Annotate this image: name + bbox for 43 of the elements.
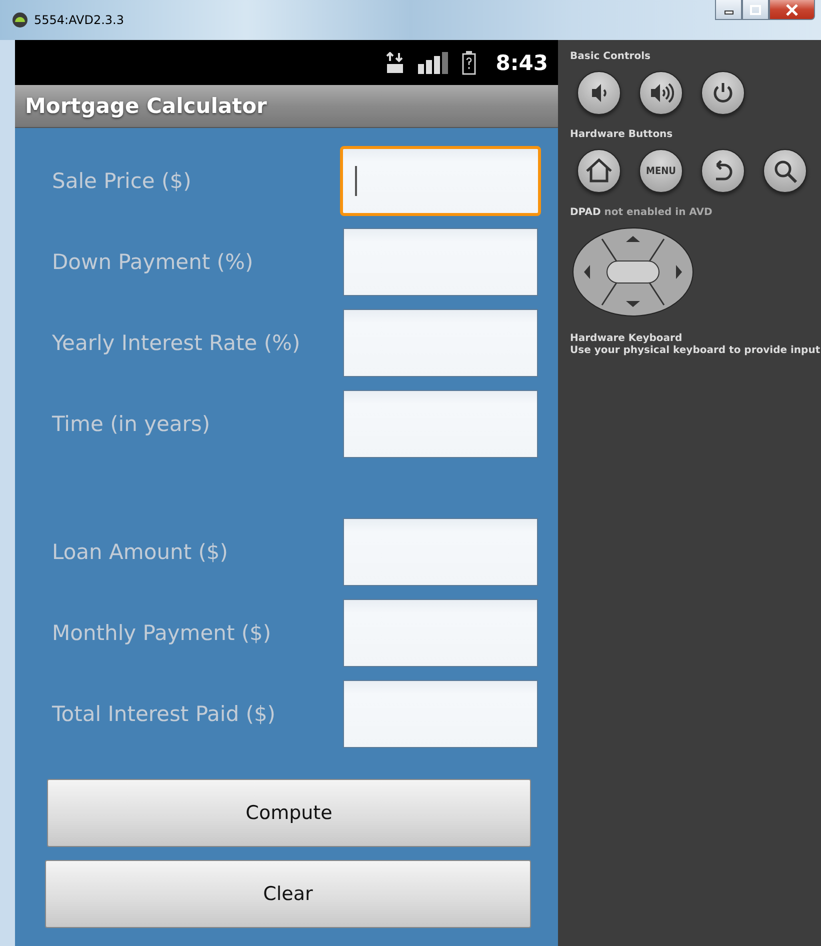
field-label: Monthly Payment ($) bbox=[51, 621, 272, 645]
search-button[interactable] bbox=[763, 149, 807, 193]
field-label: Yearly Interest Rate (%) bbox=[51, 331, 302, 355]
input-field[interactable] bbox=[343, 518, 538, 586]
power-button[interactable] bbox=[701, 71, 745, 115]
signal-icon bbox=[418, 52, 448, 74]
keyboard-hint: Use your physical keyboard to provide input bbox=[570, 345, 821, 357]
menu-button[interactable]: MENU bbox=[639, 149, 683, 193]
clear-button[interactable]: Clear bbox=[45, 860, 531, 928]
section-heading: Basic Controls bbox=[570, 51, 652, 64]
text-cursor bbox=[355, 166, 357, 196]
maximize-icon bbox=[750, 4, 761, 14]
volume-down-button[interactable] bbox=[577, 71, 621, 115]
status-time: 8:43 bbox=[496, 50, 548, 74]
input-field[interactable] bbox=[340, 146, 541, 216]
close-icon bbox=[785, 4, 799, 16]
field-label: Total Interest Paid ($) bbox=[51, 702, 276, 726]
section-heading: Hardware Buttons bbox=[570, 129, 674, 142]
close-button[interactable] bbox=[769, 0, 815, 20]
app-title: Mortgage Calculator bbox=[15, 85, 558, 128]
section-heading: Hardware Keyboard bbox=[570, 333, 684, 345]
field-label: Down Payment (%) bbox=[51, 250, 254, 274]
compute-button[interactable]: Compute bbox=[47, 779, 531, 847]
maximize-button[interactable] bbox=[742, 0, 769, 20]
search-icon bbox=[772, 158, 798, 184]
home-button[interactable] bbox=[577, 149, 621, 193]
input-field[interactable] bbox=[343, 309, 538, 377]
back-button[interactable] bbox=[701, 149, 745, 193]
input-field[interactable] bbox=[343, 680, 538, 748]
minimize-button[interactable] bbox=[715, 0, 742, 20]
field-label: Loan Amount ($) bbox=[51, 540, 229, 564]
dpad-drawing[interactable] bbox=[572, 228, 694, 316]
field-label: Sale Price ($) bbox=[51, 169, 192, 193]
field-label: Time (in years) bbox=[51, 412, 212, 436]
data-arrows-icon bbox=[386, 52, 404, 74]
house-icon bbox=[586, 158, 612, 184]
volume-up-button[interactable] bbox=[639, 71, 683, 115]
input-field[interactable] bbox=[343, 390, 538, 458]
input-field[interactable] bbox=[343, 228, 538, 296]
battery-icon bbox=[462, 50, 476, 74]
window-title: 5554:AVD2.3.3 bbox=[34, 13, 124, 27]
input-field[interactable] bbox=[343, 599, 538, 667]
dpad-status: DPAD not enabled in AVD bbox=[570, 207, 714, 220]
